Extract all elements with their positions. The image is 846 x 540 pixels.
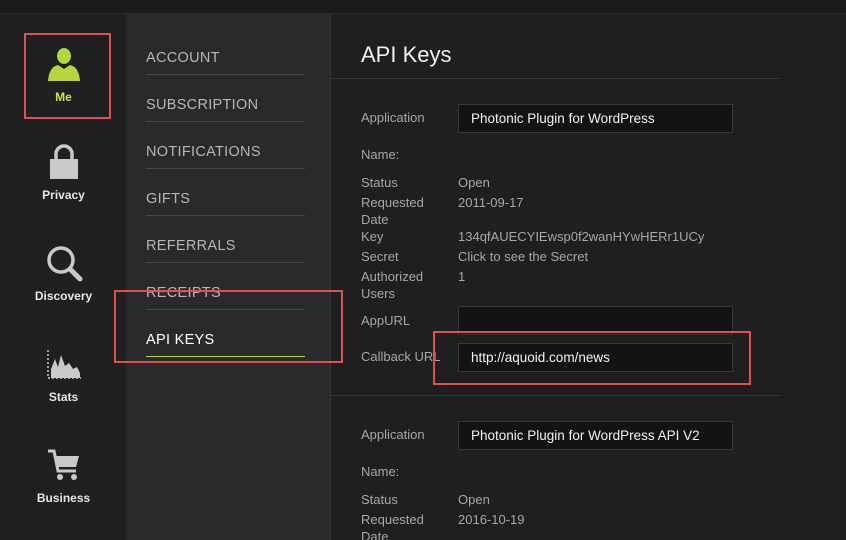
lock-icon bbox=[42, 140, 86, 184]
submenu-item-subscription[interactable]: SUBSCRIPTION bbox=[146, 75, 305, 122]
name-label: Name: bbox=[361, 464, 400, 479]
sidebar-item-label: Business bbox=[36, 491, 91, 505]
status-value: Open bbox=[458, 175, 490, 190]
cart-icon bbox=[42, 443, 86, 487]
submenu-item-account[interactable]: ACCOUNT bbox=[146, 28, 305, 75]
key-label: Key bbox=[361, 229, 384, 244]
status-label: Status bbox=[361, 175, 398, 190]
callback-url-label: Callback URL bbox=[361, 349, 441, 364]
divider bbox=[331, 78, 780, 79]
application-name-field[interactable]: Photonic Plugin for WordPress API V2 bbox=[458, 421, 733, 450]
requested-date-label-line1: Requested bbox=[361, 195, 424, 210]
appurl-label: AppURL bbox=[361, 313, 411, 328]
sidebar-item-label: Privacy bbox=[42, 188, 85, 202]
submenu-item-label: SUBSCRIPTION bbox=[146, 97, 259, 113]
settings-submenu: ACCOUNT SUBSCRIPTION NOTIFICATIONS GIFTS… bbox=[127, 14, 331, 540]
appurl-field[interactable] bbox=[458, 306, 733, 335]
submenu-item-label: API KEYS bbox=[146, 332, 215, 348]
sidebar-item-me[interactable]: Me bbox=[0, 42, 127, 134]
user-icon bbox=[42, 42, 86, 86]
active-underline bbox=[146, 356, 305, 357]
sidebar-item-privacy[interactable]: Privacy bbox=[0, 140, 127, 232]
submenu-item-gifts[interactable]: GIFTS bbox=[146, 169, 305, 216]
submenu-item-label: GIFTS bbox=[146, 191, 191, 207]
submenu-item-receipts[interactable]: RECEIPTS bbox=[146, 263, 305, 310]
sidebar-item-discovery[interactable]: Discovery bbox=[0, 241, 127, 333]
requested-date-label-line2: Date bbox=[361, 529, 389, 540]
sidebar: Me Privacy Discovery Stats Business bbox=[0, 14, 127, 540]
submenu-item-label: ACCOUNT bbox=[146, 50, 220, 66]
submenu-item-referrals[interactable]: REFERRALS bbox=[146, 216, 305, 263]
sidebar-item-label: Me bbox=[55, 90, 72, 104]
application-label: Application bbox=[361, 110, 425, 125]
authorized-users-value: 1 bbox=[458, 269, 466, 284]
divider bbox=[331, 395, 780, 396]
status-label: Status bbox=[361, 492, 398, 507]
key-value: 134qfAUECYIEwsp0f2wanHYwHERr1UCy bbox=[458, 229, 705, 244]
application-label: Application bbox=[361, 427, 425, 442]
requested-date-label-line1: Requested bbox=[361, 512, 424, 527]
sidebar-item-label: Discovery bbox=[34, 289, 93, 303]
chart-icon bbox=[42, 342, 86, 386]
secret-label: Secret bbox=[361, 249, 399, 264]
authorized-users-label-line2: Users bbox=[361, 286, 395, 301]
submenu-item-notifications[interactable]: NOTIFICATIONS bbox=[146, 122, 305, 169]
authorized-users-label-line1: Authorized bbox=[361, 269, 424, 284]
requested-date-label-line2: Date bbox=[361, 212, 389, 227]
submenu-item-api-keys[interactable]: API KEYS bbox=[146, 310, 305, 357]
sidebar-item-stats[interactable]: Stats bbox=[0, 342, 127, 434]
top-strip bbox=[0, 0, 846, 14]
page-title: API Keys bbox=[361, 42, 452, 67]
application-name-field[interactable]: Photonic Plugin for WordPress bbox=[458, 104, 733, 133]
name-label: Name: bbox=[361, 147, 400, 162]
show-secret-link[interactable]: Click to see the Secret bbox=[458, 248, 588, 265]
sidebar-item-label: Stats bbox=[48, 390, 79, 404]
callback-url-field[interactable]: http://aquoid.com/news bbox=[458, 343, 733, 372]
search-icon bbox=[42, 241, 86, 285]
sidebar-item-business[interactable]: Business bbox=[0, 443, 127, 535]
requested-date-value: 2011-09-17 bbox=[458, 195, 524, 210]
main-content: API Keys Application Name: Photonic Plug… bbox=[331, 14, 846, 540]
submenu-item-label: NOTIFICATIONS bbox=[146, 144, 261, 160]
submenu-item-label: REFERRALS bbox=[146, 238, 236, 254]
submenu-item-label: RECEIPTS bbox=[146, 285, 221, 301]
requested-date-value: 2016-10-19 bbox=[458, 512, 525, 527]
status-value: Open bbox=[458, 492, 490, 507]
